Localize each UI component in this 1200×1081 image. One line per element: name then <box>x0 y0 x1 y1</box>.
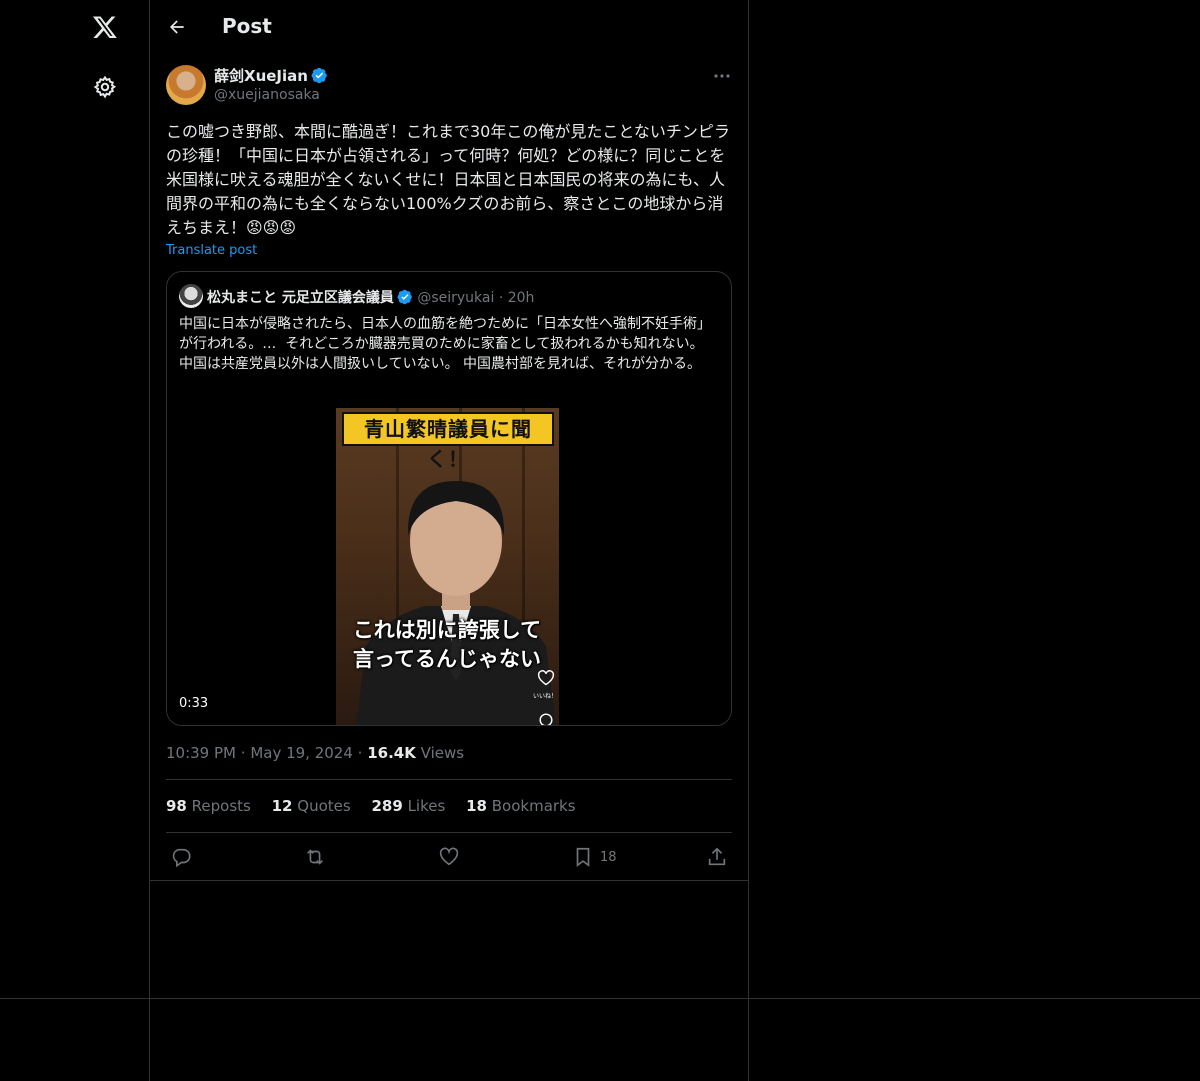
quote-author-handle[interactable]: @seiryukai <box>417 290 494 306</box>
video-caption: これは別に誇張して 言ってるんじゃない <box>342 616 552 674</box>
page-title: Post <box>222 14 272 38</box>
quote-header: 松丸まこと 元足立区議会議員 @seiryukai · 20h <box>207 287 534 307</box>
bookmarks-stat[interactable]: 18 Bookmarks <box>466 797 575 815</box>
arrow-left-icon <box>170 20 184 34</box>
heart-icon <box>439 847 459 866</box>
quotes-count: 12 <box>271 797 293 815</box>
likes-label: Likes <box>407 797 446 815</box>
video-player[interactable]: 青山繁晴議員に聞く！ これは別に誇張して 言ってるんじゃない いいね！ 0:33 <box>167 408 731 725</box>
video-comment-icon <box>536 712 556 725</box>
bookmarks-count: 18 <box>466 797 487 815</box>
reposts-label: Reposts <box>191 797 251 815</box>
divider <box>150 880 748 881</box>
video-caption-line: これは別に誇張して <box>352 618 542 642</box>
post-meta: 10:39 PM · May 19, 2024 · 16.4K Views <box>166 744 464 762</box>
x-logo-icon[interactable] <box>84 6 126 48</box>
video-person-image <box>356 481 556 725</box>
meta-separator: · <box>357 744 368 762</box>
reposts-stat[interactable]: 98 Reposts <box>166 797 251 815</box>
share-button[interactable] <box>706 843 728 871</box>
verified-badge-icon <box>397 289 412 305</box>
meta-separator: · <box>240 744 251 762</box>
video-duration: 0:33 <box>179 696 209 711</box>
bookmark-count: 18 <box>600 849 617 865</box>
repost-button[interactable] <box>303 843 327 871</box>
post-date[interactable]: May 19, 2024 <box>250 744 353 762</box>
divider <box>166 779 732 780</box>
more-options-button[interactable] <box>710 66 734 86</box>
likes-stat[interactable]: 289 Likes <box>371 797 445 815</box>
reply-button[interactable] <box>170 843 192 871</box>
avatar[interactable] <box>166 65 206 105</box>
quotes-label: Quotes <box>297 797 351 815</box>
video-caption-line: 言ってるんじゃない <box>353 647 541 671</box>
quote-avatar[interactable] <box>179 284 203 308</box>
video-banner: 青山繁晴議員に聞く！ <box>342 412 554 471</box>
quote-author-name[interactable]: 松丸まこと 元足立区議会議員 <box>207 290 394 306</box>
bookmarks-label: Bookmarks <box>491 797 576 815</box>
divider <box>0 998 1200 999</box>
post-text: この嘘つき野郎、本間に酷過ぎ！これまで30年この俺が見たことないチンピラの珍種！… <box>166 122 730 237</box>
views-label: Views <box>420 744 465 762</box>
bookmark-icon <box>576 847 590 867</box>
post-stats: 98 Reposts 12 Quotes 289 Likes 18 Bookma… <box>166 797 592 815</box>
author-name[interactable]: 薛剑XueJian <box>214 67 308 85</box>
more-dots-icon <box>714 74 730 78</box>
author-name-row[interactable]: 薛剑XueJian <box>214 65 328 86</box>
gear-icon[interactable] <box>84 66 126 108</box>
repost-icon <box>307 849 323 865</box>
action-bar: 18 <box>166 843 732 871</box>
quote-text: 中国に日本が侵略されたら、日本人の血筋を絶つために「日本女性へ強制不妊手術」が行… <box>179 316 711 372</box>
views-count: 16.4K <box>367 744 416 762</box>
back-button[interactable] <box>162 12 192 42</box>
video-small-text: いいね！ <box>533 693 558 700</box>
reposts-count: 98 <box>166 797 187 815</box>
divider <box>149 0 150 1081</box>
video-heart-icon <box>536 668 556 688</box>
author-handle[interactable]: @xuejianosaka <box>214 87 320 103</box>
video-frame[interactable]: 青山繁晴議員に聞く！ これは別に誇張して 言ってるんじゃない いいね！ <box>336 408 559 725</box>
verified-badge-icon <box>311 67 327 84</box>
like-button[interactable] <box>438 843 460 871</box>
bookmark-button[interactable]: 18 <box>572 843 617 871</box>
quotes-stat[interactable]: 12 Quotes <box>272 797 351 815</box>
reply-icon <box>172 848 191 868</box>
likes-count: 289 <box>371 797 403 815</box>
left-nav <box>0 0 149 1081</box>
meta-separator: · <box>498 290 508 306</box>
quote-age[interactable]: 20h <box>508 290 535 306</box>
post-time[interactable]: 10:39 PM <box>166 744 236 762</box>
share-icon <box>708 847 726 866</box>
page-header: Post <box>150 0 748 54</box>
divider <box>166 832 732 833</box>
divider <box>748 0 749 1081</box>
translate-post-link[interactable]: Translate post <box>166 243 257 258</box>
quoted-post[interactable]: 松丸まこと 元足立区議会議員 @seiryukai · 20h 中国に日本が侵略… <box>166 271 732 726</box>
